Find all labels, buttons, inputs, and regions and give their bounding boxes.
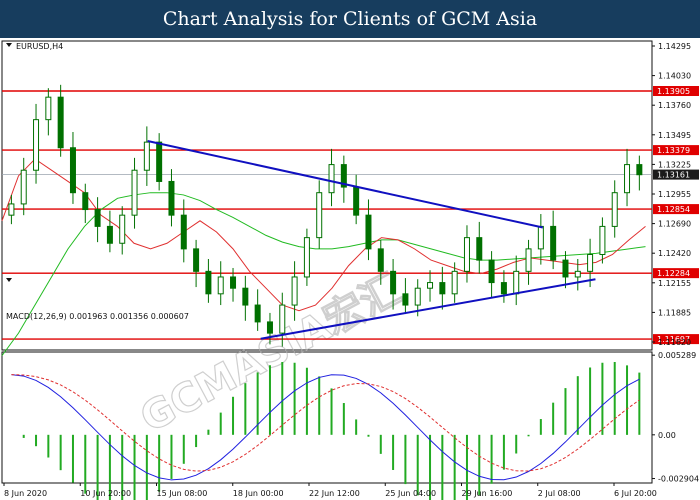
candle-body	[8, 203, 15, 216]
macd-triangle-icon	[6, 278, 12, 282]
candle-body	[328, 164, 335, 194]
chart-frame	[1, 40, 653, 484]
price-tick-label: 1.14030	[658, 72, 691, 81]
candle-body	[525, 248, 532, 272]
macd-tick-label: 0.00	[658, 431, 676, 440]
candle-body	[217, 276, 224, 295]
time-tick-label: 2 Jul 08:00	[538, 489, 581, 498]
signal-line	[11, 374, 640, 472]
candle-body	[279, 304, 286, 334]
candle-body	[402, 293, 409, 306]
price-tick-label: 1.12690	[658, 220, 691, 229]
candle-body	[562, 259, 569, 278]
price-tick-label: 1.11885	[658, 308, 691, 317]
candle-body	[143, 141, 150, 171]
candle-body	[353, 186, 360, 216]
candle-body	[106, 225, 113, 244]
candle-body	[131, 169, 138, 216]
time-tick-label: 15 Jun 08:00	[157, 489, 208, 498]
candle-body	[488, 259, 495, 284]
chart-svg: GCMASIA宏汇 1.139051.133791.128541.122841.…	[1, 40, 699, 500]
macd-tick-label: 0.005289	[658, 351, 696, 360]
candle-body	[69, 147, 76, 194]
candle-body	[476, 237, 483, 261]
macd-label: MACD(12,26,9) 0.001963 0.001356 0.000607	[6, 312, 189, 321]
candle-body	[599, 225, 606, 255]
candle-body	[303, 237, 310, 278]
candle-body	[94, 209, 101, 227]
price-tick-label: 1.13495	[658, 131, 691, 140]
candle-body	[587, 253, 594, 272]
price-tick-label: 1.13760	[658, 101, 691, 110]
candle-body	[624, 164, 631, 194]
price-tick-label: 1.12155	[658, 279, 691, 288]
candle-body	[45, 96, 52, 121]
time-tick-label: 6 Jul 20:00	[614, 489, 657, 498]
candle-body	[168, 180, 175, 216]
candle-body	[377, 248, 384, 272]
macd-line	[11, 374, 640, 481]
trendline-descending	[147, 140, 544, 229]
dropdown-triangle-icon	[6, 43, 12, 47]
candle-body	[156, 141, 163, 182]
candle-body	[550, 225, 557, 261]
price-tick-label: 1.14295	[658, 42, 691, 51]
level-badge-label: 1.13379	[657, 146, 690, 155]
chart-banner-title: Chart Analysis for Clients of GCM Asia	[0, 0, 700, 38]
axes: 1.14295 1.14030 1.13760 1.13495 1.13225 1.129…	[3, 42, 699, 498]
time-tick-label: 25 Jun 04:00	[385, 489, 436, 498]
level-badge-label: 1.12854	[657, 205, 690, 214]
time-tick-label: 10 Jun 20:00	[80, 489, 131, 498]
level-badge-label: 1.12284	[657, 269, 690, 278]
candle-body	[611, 192, 618, 227]
candle-body	[414, 287, 421, 306]
candle-body	[230, 276, 237, 289]
candle-body	[451, 270, 458, 295]
time-tick-label: 22 Jun 12:00	[309, 489, 360, 498]
candle-body	[390, 270, 397, 295]
candle-body	[57, 96, 64, 149]
price-tick-label: 1.11620	[658, 338, 691, 347]
time-tick-label: 8 Jun 2020	[4, 489, 47, 498]
price-tick-label: 1.13225	[658, 160, 691, 169]
candle-body	[291, 276, 298, 306]
candle-body	[439, 282, 446, 295]
candle-body	[193, 248, 200, 272]
candle-body	[427, 282, 434, 289]
symbol-label: EURUSD,H4	[16, 42, 63, 51]
candle-body	[119, 214, 126, 244]
candle-body	[266, 321, 273, 334]
candle-body	[242, 287, 249, 306]
candle-body	[574, 270, 581, 278]
candle-body	[20, 169, 27, 205]
candle-body	[205, 270, 212, 295]
candle-body	[463, 237, 470, 272]
candle-body	[365, 214, 372, 250]
macd-panel	[11, 361, 641, 500]
macd-tick-label: -0.002904	[658, 475, 699, 484]
price-tick-label: 1.12955	[658, 190, 691, 199]
candle-body	[636, 164, 643, 176]
time-tick-label: 29 Jun 16:00	[462, 489, 513, 498]
candle-body	[254, 304, 261, 323]
time-tick-label: 18 Jun 00:00	[233, 489, 284, 498]
candle-body	[500, 282, 507, 295]
price-tick-label: 1.12420	[658, 249, 691, 258]
level-badge-label: 1.13905	[657, 87, 690, 96]
candle-body	[82, 192, 89, 211]
candle-body	[316, 192, 323, 239]
candle-body	[33, 119, 40, 171]
current-price-label: 1.13161	[657, 171, 690, 180]
candle-body	[180, 214, 187, 250]
candle-body	[537, 225, 544, 250]
candle-body	[513, 270, 520, 295]
